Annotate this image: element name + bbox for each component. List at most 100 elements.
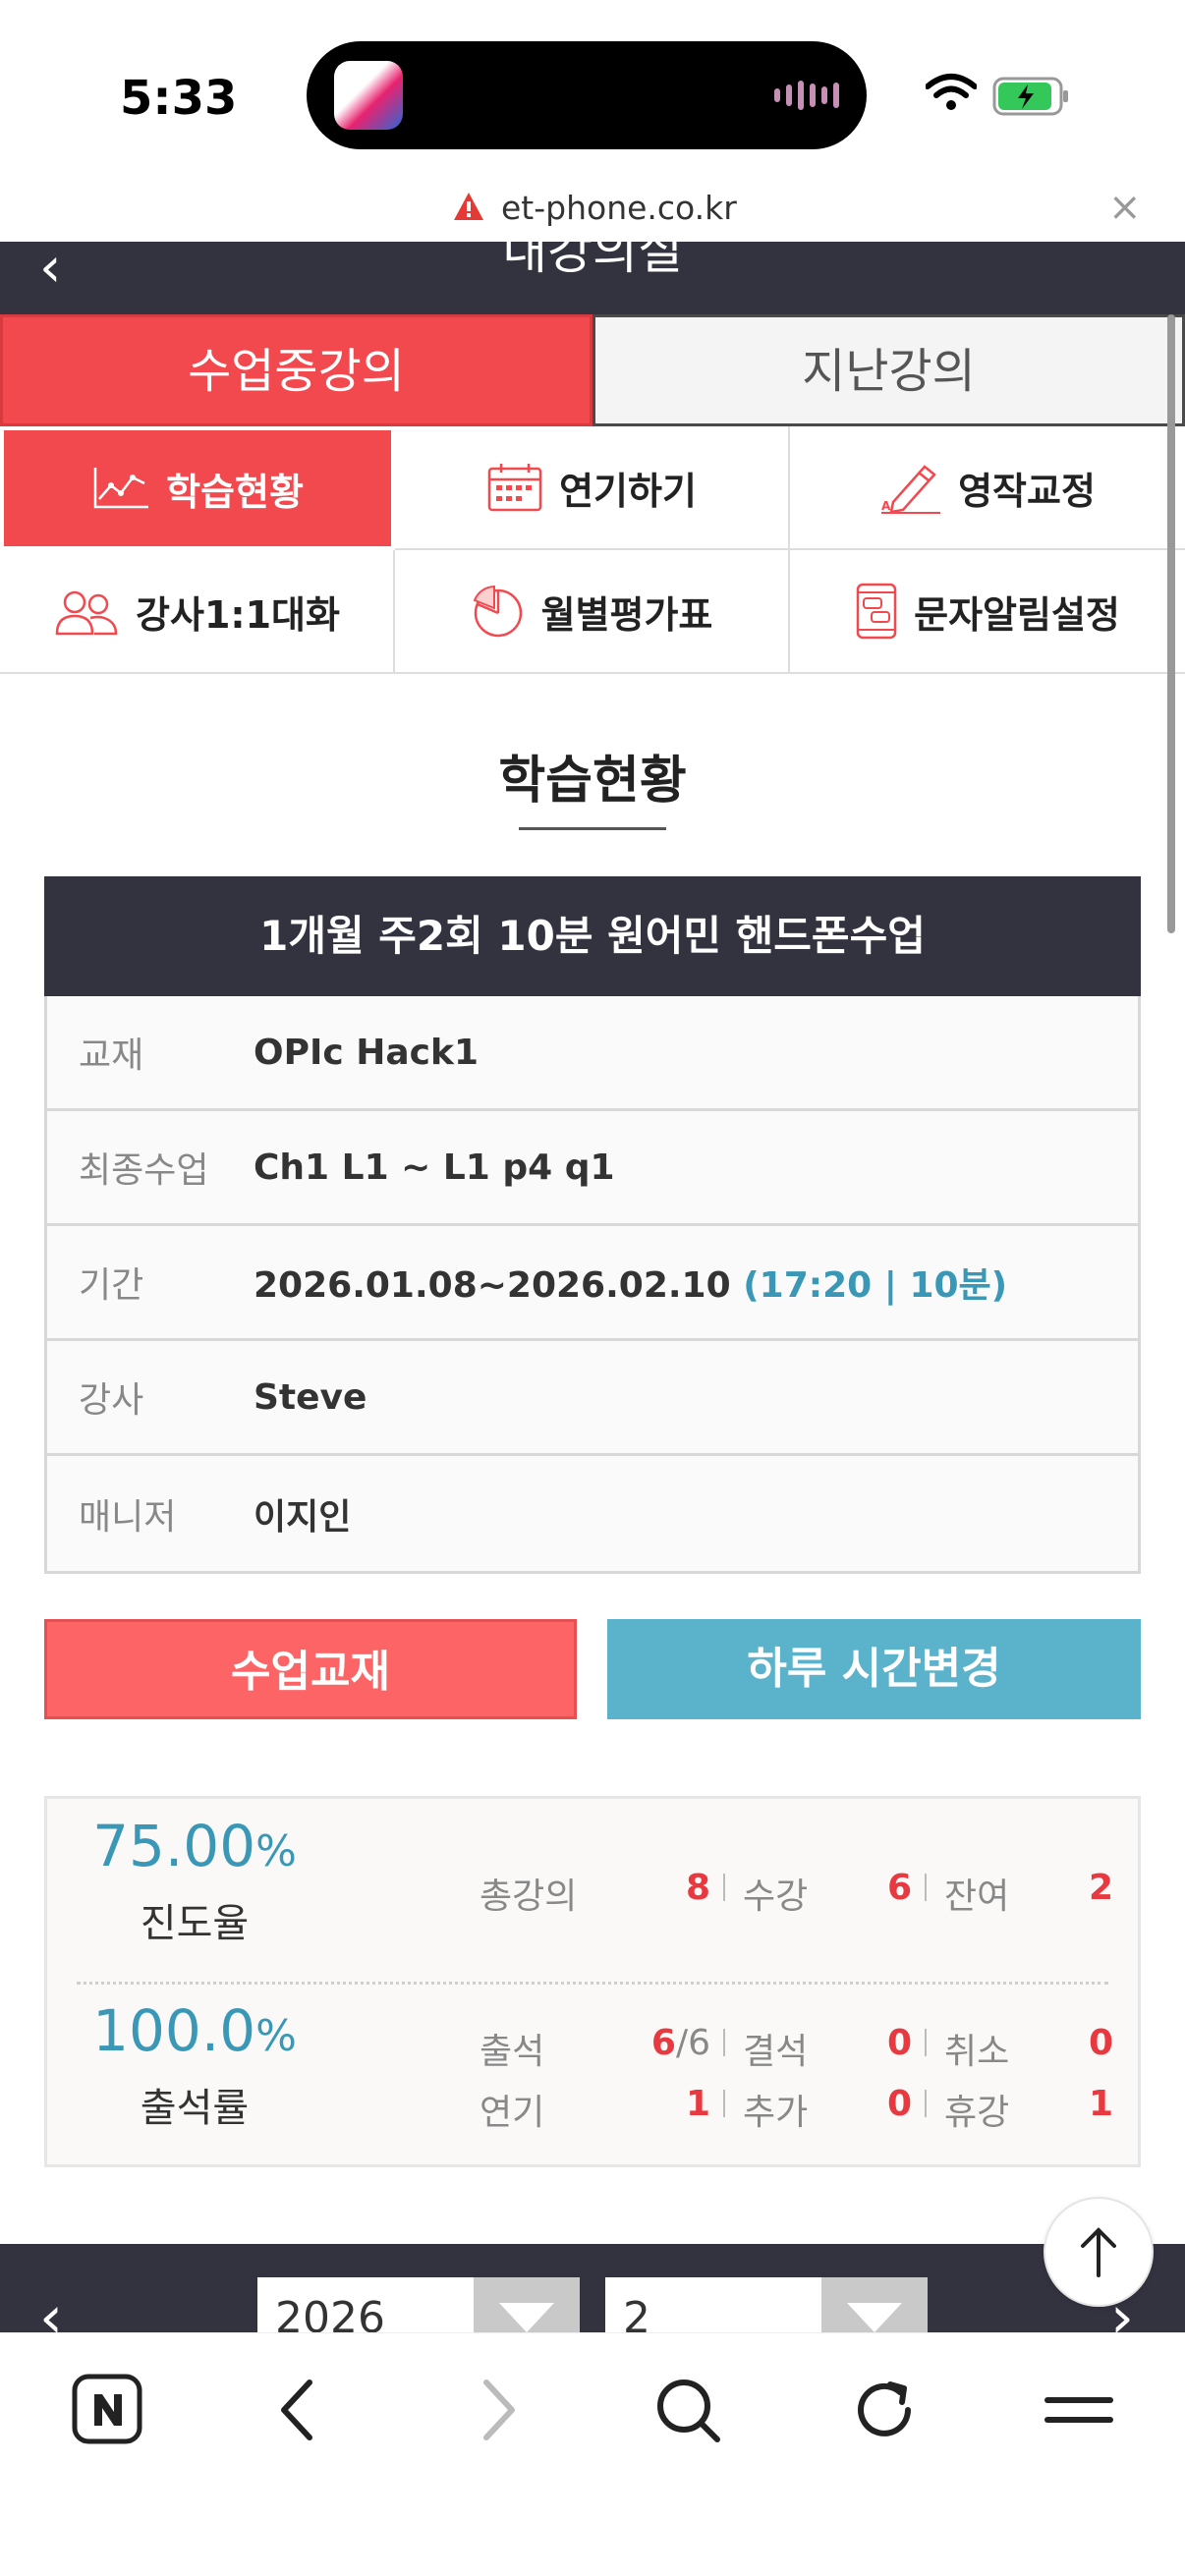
info-row-textbook: 교재 OPIc Hack1	[47, 996, 1138, 1111]
arrow-up-icon	[1081, 2227, 1116, 2277]
menu-label: 강사1:1대화	[136, 592, 340, 637]
stat-value: 0	[886, 2084, 912, 2124]
menu-label: 영작교정	[958, 469, 1096, 513]
stat-value: 0	[1088, 2023, 1113, 2063]
forward-icon[interactable]	[457, 2371, 536, 2449]
menu-label: 월별평가표	[540, 592, 713, 637]
chevron-down-icon	[474, 2277, 580, 2332]
wifi-icon	[926, 74, 977, 110]
class-time: (17:20 | 10분)	[743, 1265, 1008, 1306]
divider	[925, 2029, 927, 2056]
status-bar: 5:33 et-phone.co.kr ×	[0, 0, 1185, 230]
info-value: Steve	[254, 1376, 367, 1418]
info-value: 2026.01.08~2026.02.10 (17:20 | 10분)	[254, 1265, 1008, 1306]
menu-tutor-chat[interactable]: 강사1:1대화	[0, 550, 395, 674]
search-icon[interactable]	[649, 2371, 727, 2449]
chart-icon	[93, 468, 149, 509]
info-row-manager: 매니저 이지인	[47, 1456, 1138, 1571]
stat-value: 6	[886, 1868, 912, 1908]
textbook-button[interactable]: 수업교재	[44, 1619, 577, 1719]
stat-label: 총강의	[480, 1876, 578, 1917]
attendance-rate: 100.0%	[92, 1997, 297, 2064]
year-select[interactable]: 2026	[257, 2277, 580, 2332]
dynamic-island	[307, 41, 867, 149]
info-label: 매니저	[79, 1496, 177, 1538]
prev-month-button[interactable]: ‹	[39, 2283, 63, 2332]
tab-past-courses[interactable]: 지난강의	[592, 314, 1185, 426]
people-icon	[55, 590, 118, 636]
close-icon[interactable]: ×	[1108, 185, 1142, 230]
app-thumbnail-icon	[334, 61, 403, 130]
stat-value: 2	[1088, 1868, 1113, 1908]
scrollbar[interactable]	[1167, 314, 1175, 933]
course-title: 1개월 주2회 10분 원어민 핸드폰수업	[44, 876, 1141, 996]
url-text: et-phone.co.kr	[501, 189, 737, 227]
stat-label: 휴강	[944, 2093, 1010, 2133]
stat-label: 출석	[480, 2032, 545, 2072]
month-select[interactable]: 2	[605, 2277, 928, 2332]
menu-icon[interactable]	[1040, 2371, 1118, 2449]
menu-sms-settings[interactable]: 문자알림설정	[790, 550, 1185, 674]
chevron-down-icon	[821, 2277, 928, 2332]
stat-label: 수강	[743, 1876, 809, 1917]
stat-value: 1	[1088, 2084, 1113, 2124]
info-row-last-class: 최종수업 Ch1 L1 ~ L1 p4 q1	[47, 1111, 1138, 1226]
status-time: 5:33	[120, 71, 238, 126]
divider	[925, 1874, 927, 1901]
info-label: 강사	[79, 1380, 144, 1421]
change-time-button[interactable]: 하루 시간변경	[607, 1619, 1141, 1719]
menu-postpone[interactable]: 연기하기	[395, 426, 790, 550]
scroll-to-top-button[interactable]	[1044, 2197, 1154, 2307]
pencil-icon: A	[881, 465, 941, 514]
stat-label: 취소	[944, 2032, 1010, 2072]
stat-value: 8	[685, 1868, 710, 1908]
course-info-table: 교재 OPIc Hack1 최종수업 Ch1 L1 ~ L1 p4 q1 기간 …	[44, 996, 1141, 1574]
dotted-divider	[77, 1982, 1108, 1985]
menu-label: 학습현황	[166, 470, 304, 514]
naver-home-icon[interactable]	[69, 2371, 147, 2449]
attendance-rate-label: 출석률	[140, 2086, 250, 2131]
divider	[723, 2029, 725, 2056]
back-icon[interactable]	[260, 2371, 339, 2449]
info-value: Ch1 L1 ~ L1 p4 q1	[254, 1147, 615, 1188]
battery-icon	[992, 77, 1068, 116]
menu-label: 연기하기	[559, 469, 697, 513]
menu-monthly-report[interactable]: 월별평가표	[395, 550, 790, 674]
info-label: 최종수업	[79, 1150, 209, 1191]
url-bar[interactable]: et-phone.co.kr ×	[0, 177, 1185, 242]
year-value: 2026	[275, 2293, 385, 2332]
page-title: 내강의실	[502, 242, 683, 280]
info-label: 교재	[79, 1036, 144, 1076]
stat-label: 추가	[743, 2093, 809, 2133]
audio-wave-icon	[774, 81, 839, 110]
divider	[925, 2090, 927, 2117]
menu-grid: 학습현황 연기하기 A 영작교정 강사1:1대화 월별평가표 문자알림설정	[0, 426, 1185, 674]
stat-value: 1	[685, 2084, 710, 2124]
menu-writing-correction[interactable]: A 영작교정	[790, 426, 1185, 550]
stat-label: 연기	[480, 2093, 545, 2133]
stat-value: 0	[886, 2023, 912, 2063]
calendar-icon	[487, 464, 542, 512]
menu-label: 문자알림설정	[914, 592, 1120, 637]
info-label: 기간	[79, 1265, 144, 1306]
phone-message-icon	[856, 583, 897, 640]
divider	[723, 2090, 725, 2117]
pie-chart-icon	[473, 585, 522, 638]
browser-toolbar	[0, 2332, 1185, 2576]
info-row-tutor: 강사 Steve	[47, 1341, 1138, 1456]
section-underline	[519, 827, 666, 830]
refresh-icon[interactable]	[845, 2371, 924, 2449]
progress-rate: 75.00%	[92, 1813, 297, 1879]
stat-value: 6/6	[650, 2023, 710, 2063]
date-navigation: ‹ 2026 2 ›	[0, 2244, 1185, 2332]
section-title: 학습현황	[498, 752, 687, 811]
stats-box: 75.00% 진도율 총강의 8 수강 6 잔여 2 100.0% 출석률 출석…	[44, 1796, 1141, 2167]
stat-label: 결석	[743, 2032, 809, 2072]
main-tabs: 수업중강의 지난강의	[0, 314, 1185, 426]
info-row-period: 기간 2026.01.08~2026.02.10 (17:20 | 10분)	[47, 1226, 1138, 1341]
progress-rate-label: 진도율	[140, 1901, 250, 1946]
menu-learning-status[interactable]: 학습현황	[0, 426, 395, 550]
warning-icon	[454, 193, 483, 220]
tab-current-courses[interactable]: 수업중강의	[0, 314, 592, 426]
page-header: ‹ 내강의실	[0, 242, 1185, 314]
